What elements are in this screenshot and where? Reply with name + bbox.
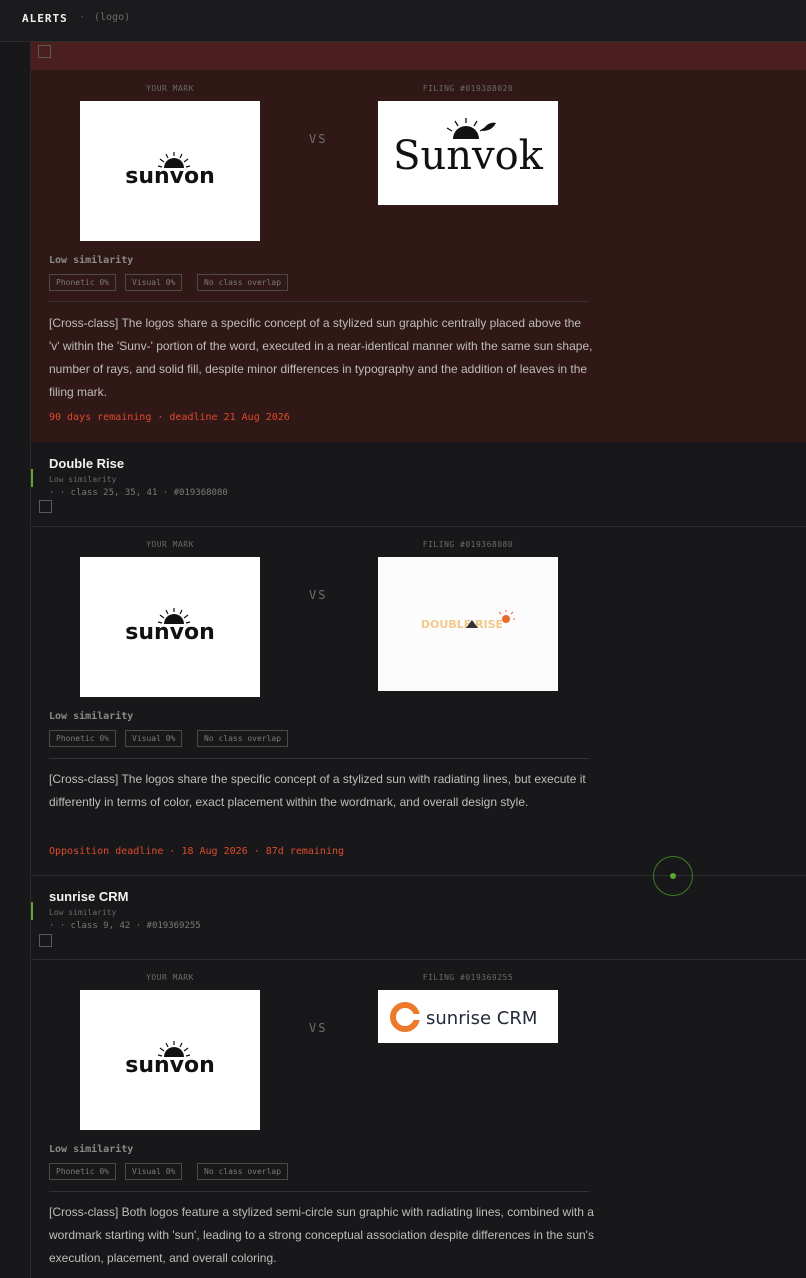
deadline-text: 90 days remaining · deadline 21 Aug 2026	[49, 412, 290, 423]
filing-label: FILING #019388020	[422, 84, 514, 93]
chip-visual: Visual 0%	[125, 274, 183, 291]
your-mark-image: sunvon	[80, 101, 260, 241]
svg-text:Sunvok: Sunvok	[393, 133, 544, 179]
chip-phonetic: Phonetic 0%	[49, 274, 116, 291]
deadline-text: Opposition deadline · 18 Aug 2026 · 87d …	[49, 846, 345, 857]
filing-mark-image: DOUBLE RISE	[378, 557, 558, 691]
double-rise-logo: DOUBLE RISE	[421, 610, 515, 631]
title-separator: ·	[79, 12, 86, 23]
alert-meta: · · class 25, 35, 41 · #019368080	[49, 488, 228, 498]
filing-label: FILING #019368080	[422, 540, 514, 549]
chip-class-overlap: No class overlap	[197, 274, 289, 291]
your-mark-image: sunvon	[80, 557, 260, 697]
alert-select-checkbox[interactable]	[39, 500, 52, 513]
left-rail	[0, 42, 31, 1278]
radar-dot	[670, 873, 676, 879]
alert-card: Double Rise Low similarity · · class 25,…	[31, 442, 806, 875]
header-logo: (logo)	[94, 12, 131, 23]
similarity-label: Low similarity	[49, 711, 134, 722]
filing-mark-image: Sunvok	[378, 101, 558, 205]
alert-card: sunrise CRM Low similarity · · class 9, …	[31, 876, 806, 1278]
section-divider	[49, 301, 589, 302]
alert-accent-bar	[31, 469, 33, 487]
sunvon-logo: sunvon	[125, 608, 215, 645]
chip-class-overlap: No class overlap	[197, 1163, 289, 1180]
svg-text:sunvon: sunvon	[125, 620, 215, 645]
alert-title[interactable]: Double Rise	[49, 456, 124, 471]
vs-label: VS	[309, 588, 328, 602]
section-divider	[49, 1191, 589, 1192]
alert-description: [Cross-class] The logos share the specif…	[49, 772, 586, 809]
svg-text:sunvon: sunvon	[125, 164, 215, 189]
similarity-label: Low similarity	[49, 255, 134, 266]
page-title: ALERTS	[22, 12, 68, 25]
alert-meta: · · class 9, 42 · #019369255	[49, 921, 201, 931]
section-divider	[49, 758, 589, 759]
sunvok-logo: Sunvok	[393, 118, 544, 179]
top-bar: ALERTS · (logo)	[0, 0, 806, 42]
alert-accent-bar	[31, 902, 33, 920]
chip-phonetic: Phonetic 0%	[49, 730, 116, 747]
alert-highlight-band	[31, 42, 806, 70]
your-mark-image: sunvon	[80, 990, 260, 1130]
sunvon-logo: sunvon	[125, 152, 215, 189]
filing-label: FILING #019369255	[422, 973, 514, 982]
chip-visual: Visual 0%	[125, 730, 183, 747]
similarity-label: Low similarity	[49, 1144, 134, 1155]
your-mark-label: YOUR MARK	[146, 540, 194, 549]
alert-divider	[31, 959, 806, 960]
chip-class-overlap: No class overlap	[197, 730, 289, 747]
chip-phonetic: Phonetic 0%	[49, 1163, 116, 1180]
svg-text:sunrise CRM: sunrise CRM	[426, 1008, 537, 1029]
svg-text:sunvon: sunvon	[125, 1053, 215, 1078]
your-mark-label: YOUR MARK	[146, 84, 194, 93]
your-mark-label: YOUR MARK	[146, 973, 194, 982]
filing-mark-image: sunrise CRM	[378, 990, 558, 1043]
alert-select-checkbox[interactable]	[38, 45, 51, 58]
vs-label: VS	[309, 1021, 328, 1035]
alert-divider	[31, 526, 806, 527]
alert-card: YOUR MARK FILING #019388020 sunvon VS Su…	[31, 42, 806, 442]
alert-similarity-small: Low similarity	[49, 475, 117, 484]
sunrise-crm-logo: sunrise CRM	[390, 1002, 537, 1032]
alert-similarity-small: Low similarity	[49, 908, 117, 917]
radar-indicator[interactable]	[653, 856, 693, 896]
vs-label: VS	[309, 132, 328, 146]
chip-visual: Visual 0%	[125, 1163, 183, 1180]
sunvon-logo: sunvon	[125, 1041, 215, 1078]
alert-description: [Cross-class] Both logos feature a styli…	[49, 1205, 594, 1265]
alert-description: [Cross-class] The logos share a specific…	[49, 316, 593, 399]
alert-select-checkbox[interactable]	[39, 934, 52, 947]
alert-title[interactable]: sunrise CRM	[49, 889, 128, 904]
svg-text:DOUBLE RISE: DOUBLE RISE	[421, 618, 503, 631]
